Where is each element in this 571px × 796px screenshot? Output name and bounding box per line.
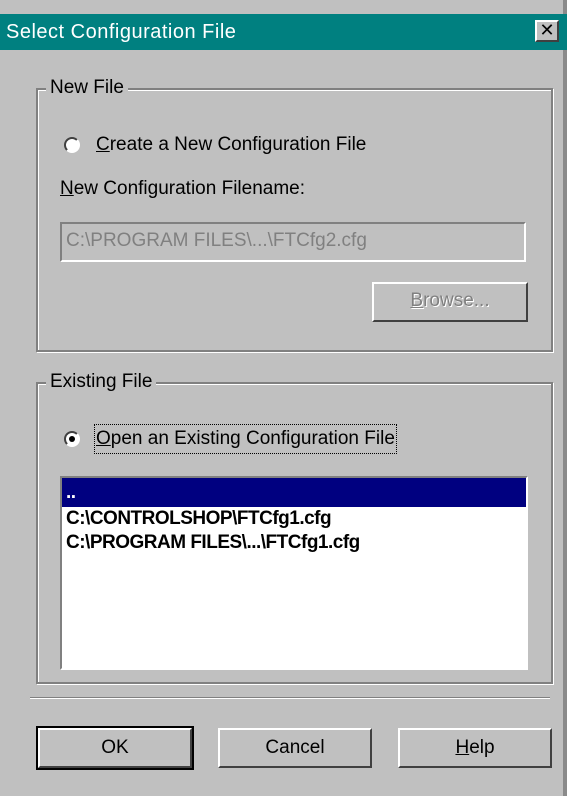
close-icon: ✕ (539, 20, 555, 40)
list-item[interactable]: C:\CONTROLSHOP\FTCfg1.cfg (62, 507, 526, 531)
new-filename-label: New Configuration Filename: (60, 176, 305, 202)
browse-button[interactable]: Browse... (372, 282, 528, 322)
new-file-group: New File Create a New Configuration File… (36, 75, 553, 352)
new-file-group-label: New File (46, 75, 128, 101)
open-existing-file-radio[interactable] (64, 431, 80, 447)
open-existing-file-radio-row[interactable]: Open an Existing Configuration File (64, 424, 397, 454)
dialog-title: Select Configuration File (6, 21, 237, 43)
create-new-file-radio[interactable] (64, 137, 80, 153)
help-label-rest: elp (469, 737, 495, 758)
existing-file-group: Existing File Open an Existing Configura… (36, 369, 553, 684)
close-button[interactable]: ✕ (535, 20, 559, 42)
open-mnemonic: O (96, 428, 111, 449)
help-button[interactable]: Help (398, 728, 552, 768)
cancel-button[interactable]: Cancel (218, 728, 372, 768)
open-existing-file-label: Open an Existing Configuration File (94, 424, 397, 454)
new-filename-input[interactable]: C:\PROGRAM FILES\...\FTCfg2.cfg (60, 222, 526, 262)
existing-files-listbox[interactable]: .. C:\CONTROLSHOP\FTCfg1.cfg C:\PROGRAM … (60, 476, 528, 670)
filename-label-rest: ew Configuration Filename: (73, 178, 306, 199)
ok-button[interactable]: OK (38, 728, 192, 768)
create-label-rest: reate a New Configuration File (109, 134, 367, 155)
open-label-rest: pen an Existing Configuration File (110, 428, 395, 449)
title-bar[interactable]: Select Configuration File ✕ (0, 14, 567, 50)
list-item[interactable]: C:\PROGRAM FILES\...\FTCfg1.cfg (62, 531, 526, 555)
existing-file-group-label: Existing File (46, 369, 157, 395)
create-mnemonic: C (96, 134, 110, 155)
browse-mnemonic: B (410, 290, 424, 311)
browse-label-rest: rowse... (423, 290, 490, 311)
create-new-file-radio-row[interactable]: Create a New Configuration File (64, 132, 366, 158)
help-mnemonic: H (455, 737, 470, 758)
select-configuration-file-dialog: Select Configuration File ✕ New File Cre… (0, 0, 567, 796)
create-new-file-label: Create a New Configuration File (96, 132, 366, 158)
list-item[interactable]: .. (62, 478, 526, 507)
filename-mnemonic: N (60, 178, 74, 199)
button-separator (30, 697, 550, 699)
